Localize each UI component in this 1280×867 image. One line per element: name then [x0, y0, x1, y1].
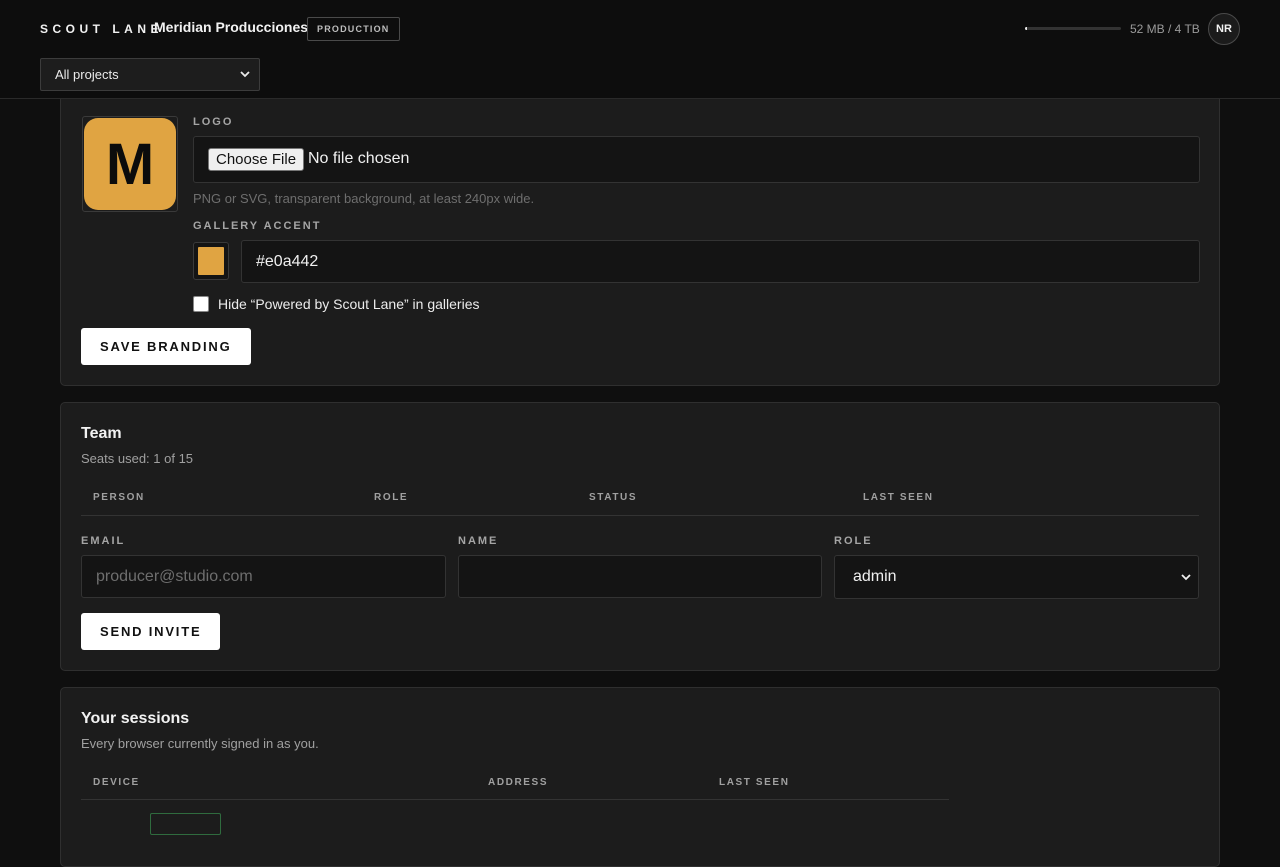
sessions-subtitle: Every browser currently signed in as you… — [81, 736, 319, 751]
sessions-column-last-seen: LAST SEEN — [719, 777, 790, 788]
role-badge: PRODUCTION — [307, 17, 400, 41]
logo-file-input[interactable]: Choose File No file chosen — [193, 136, 1200, 183]
choose-file-button[interactable]: Choose File — [208, 148, 305, 171]
team-column-person: PERSON — [93, 492, 145, 503]
accent-color-swatch — [198, 247, 224, 275]
sessions-column-address: ADDRESS — [488, 777, 549, 788]
avatar[interactable]: NR — [1208, 13, 1240, 45]
accent-hex-input[interactable]: #e0a442 — [241, 240, 1200, 283]
sessions-card: Your sessions Every browser currently si… — [60, 687, 1220, 867]
invite-name-input[interactable] — [458, 555, 822, 598]
current-session-badge — [150, 813, 221, 835]
send-invite-button[interactable]: SEND INVITE — [81, 613, 221, 650]
hide-powered-by-label[interactable]: Hide “Powered by Scout Lane” in gallerie… — [218, 296, 479, 312]
team-card: Team Seats used: 1 of 15 PERSON ROLE STA… — [60, 402, 1220, 671]
invite-email-input[interactable]: producer@studio.com — [81, 555, 446, 598]
file-status-text: No file chosen — [308, 150, 410, 167]
storage-usage-bar — [1025, 27, 1121, 30]
chevron-down-icon — [1181, 556, 1191, 615]
invite-role-value: admin — [853, 568, 897, 585]
logo-label: LOGO — [193, 116, 234, 128]
hide-powered-by-checkbox[interactable] — [193, 296, 209, 312]
team-column-last-seen: LAST SEEN — [863, 492, 934, 503]
logo-hint: PNG or SVG, transparent background, at l… — [193, 191, 535, 206]
accent-color-picker[interactable] — [193, 242, 229, 280]
branding-card: M LOGO Choose File No file chosen PNG or… — [60, 60, 1220, 386]
storage-usage-fill — [1025, 27, 1028, 30]
project-filter-select[interactable]: All projects — [40, 58, 260, 91]
project-filter-value: All projects — [55, 67, 119, 82]
logo-image: M — [84, 118, 176, 210]
save-branding-button[interactable]: SAVE BRANDING — [81, 328, 251, 365]
team-title: Team — [81, 425, 122, 442]
invite-role-select[interactable]: admin — [834, 555, 1199, 599]
invite-name-label: NAME — [458, 535, 499, 547]
storage-usage-text: 52 MB / 4 TB — [1130, 22, 1200, 36]
team-seats-used: Seats used: 1 of 15 — [81, 451, 194, 466]
org-name: Meridian Producciones — [154, 19, 309, 35]
invite-email-label: EMAIL — [81, 535, 126, 547]
chevron-down-icon — [240, 59, 250, 103]
team-column-role: ROLE — [374, 492, 409, 503]
team-table-divider — [81, 515, 1199, 516]
sessions-title: Your sessions — [81, 710, 190, 727]
top-bar: SCOUT LANE Meridian Producciones PRODUCT… — [0, 0, 1280, 99]
logo-preview: M — [82, 116, 178, 212]
sessions-table-divider — [81, 799, 949, 800]
invite-email-placeholder: producer@studio.com — [96, 568, 253, 585]
sessions-column-device: DEVICE — [93, 777, 140, 788]
brand-wordmark[interactable]: SCOUT LANE — [40, 22, 163, 36]
gallery-accent-label: GALLERY ACCENT — [193, 220, 322, 232]
invite-role-label: ROLE — [834, 535, 873, 547]
team-column-status: STATUS — [589, 492, 638, 503]
